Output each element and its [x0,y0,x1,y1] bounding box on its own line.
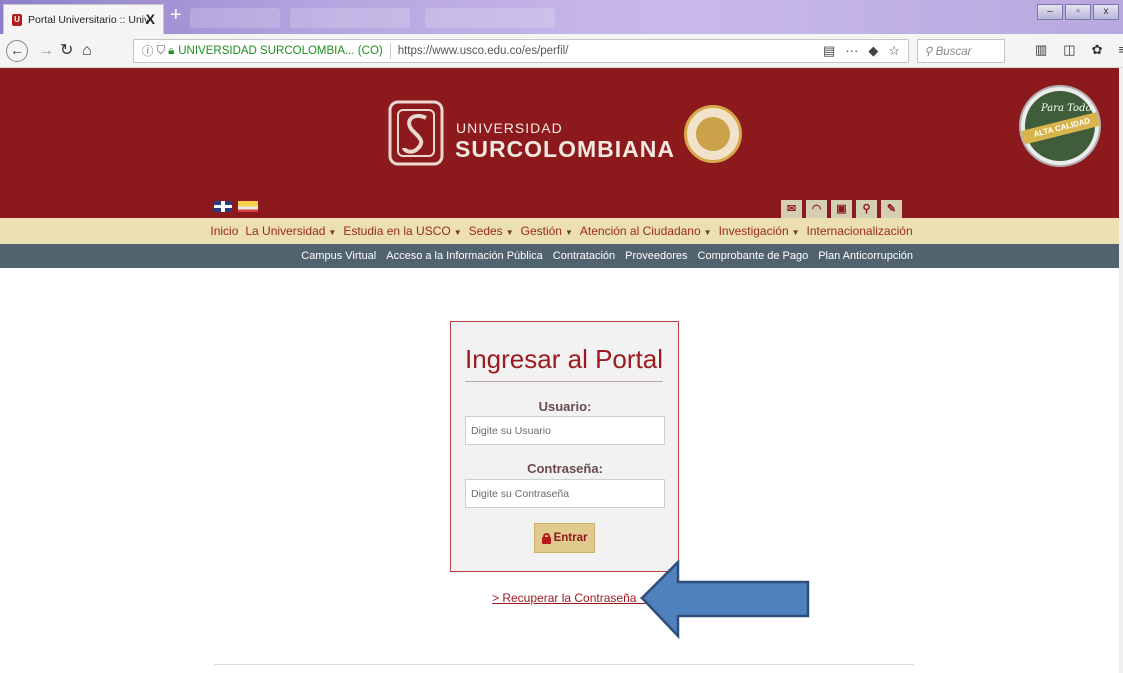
secondary-menu: Campus Virtual Acceso a la Información P… [0,244,1123,268]
menu-item-investigacion[interactable]: Investigación ▼ [719,224,800,238]
home-icon[interactable]: ⌂ [82,41,92,61]
page-scrollbar[interactable] [1119,68,1123,673]
menu-icon[interactable]: ≡ [1119,42,1123,58]
chevron-down-icon: ▼ [505,228,514,237]
reload-icon[interactable]: ↻ [60,41,73,61]
password-input[interactable] [465,479,665,508]
background-tab[interactable] [190,8,280,28]
language-selector [214,201,258,212]
blue-arrow-annotation-icon [640,560,810,640]
site-identity: UNIVERSIDAD SURCOLOMBIA... (CO) [178,45,383,57]
login-button-label: Entrar [553,532,588,544]
site-header: UNIVERSIDAD SURCOLOMBIANA Para Todos ALT… [0,68,1123,218]
usco-favicon-icon: U [12,13,22,26]
info-icon[interactable]: ⓘ [142,43,154,59]
new-tab-button[interactable]: + [170,4,182,26]
bookmark-star-icon[interactable]: ☆ [888,43,900,59]
padlock-icon: 🔒︎ [168,44,175,57]
library-icon[interactable]: ▥ [1035,42,1047,58]
lock-icon[interactable]: ▣ [831,200,852,218]
menu-item-inicio[interactable]: Inicio [210,224,238,238]
browser-nav-bar: ← → ↻ ⌂ ⓘ ⛉ 🔒︎ UNIVERSIDAD SURCOLOMBIA..… [0,34,1123,68]
mail-icon[interactable]: ✉ [781,200,802,218]
login-panel: Ingresar al Portal Usuario: Contraseña: … [450,321,679,572]
search-placeholder: Buscar [935,46,972,58]
toolbar-icons: ▥ ◫ ✿ ≡ [1035,42,1123,58]
background-tab[interactable] [290,8,410,28]
pin-icon[interactable]: ✎ [881,200,902,218]
search-icon[interactable]: ⚲ [856,200,877,218]
url-bar[interactable]: ⓘ ⛉ 🔒︎ UNIVERSIDAD SURCOLOMBIA... (CO) h… [133,39,909,63]
url-text[interactable]: https://www.usco.edu.co/es/perfil/ [398,45,569,57]
menu-item-la-universidad[interactable]: La Universidad ▼ [245,224,336,238]
close-window-button[interactable]: x [1093,4,1119,20]
chevron-down-icon: ▼ [703,228,712,237]
browser-tab-bar: U Portal Universitario :: Universid X + … [0,0,1123,34]
user-label: Usuario: [538,399,592,414]
english-flag-icon[interactable] [214,201,232,212]
submenu-proveedores[interactable]: Proveedores [625,250,687,262]
menu-item-internacionalizacion[interactable]: Internacionalización [807,224,913,238]
colombia-coat-of-arms-icon [684,105,742,163]
submenu-campus-virtual[interactable]: Campus Virtual [301,250,376,262]
forward-arrow-icon[interactable]: → [38,41,54,61]
university-name-top: UNIVERSIDAD [456,120,563,136]
submenu-contratacion[interactable]: Contratación [553,250,615,262]
rss-icon[interactable]: ◠ [806,200,827,218]
menu-item-sedes[interactable]: Sedes ▼ [469,224,514,238]
university-name: SURCOLOMBIANA [455,136,675,162]
extension-icon[interactable]: ✿ [1092,42,1103,58]
search-icon: ⚲ [924,46,936,58]
chevron-down-icon: ▼ [791,228,800,237]
main-menu: Inicio La Universidad ▼ Estudia en la USC… [0,218,1123,244]
password-label: Contraseña: [527,461,603,476]
user-input[interactable] [465,416,665,445]
chevron-down-icon: ▼ [564,228,573,237]
menu-item-estudia[interactable]: Estudia en la USCO ▼ [343,224,461,238]
minimize-button[interactable]: – [1037,4,1063,20]
accreditation-seal-icon[interactable]: Para Todos ALTA CALIDAD [1019,85,1101,167]
shield-icon[interactable]: ⛉ [157,45,166,58]
recover-password-link[interactable]: > Recuperar la Contraseña < [492,591,647,605]
page-actions-icon[interactable]: ··· [845,43,858,59]
submenu-plan-anticorrupcion[interactable]: Plan Anticorrupción [818,250,913,262]
menu-item-gestion[interactable]: Gestión ▼ [521,224,573,238]
window-controls: – ▫ x [1037,4,1119,20]
footer-divider [214,664,914,665]
sidebar-icon[interactable]: ◫ [1063,42,1075,58]
chevron-down-icon: ▼ [328,228,337,237]
url-actions: ▤ ··· ◆ ☆ [823,43,900,59]
spanish-flag-icon[interactable] [238,201,258,212]
tab-title: Portal Universitario :: Universid [28,13,148,26]
back-arrow-icon[interactable]: ← [6,40,28,62]
header-quick-icons: ✉ ◠ ▣ ⚲ ✎ [781,200,902,218]
url-divider [389,43,391,59]
usco-crest-logo[interactable] [386,98,446,168]
login-button[interactable]: Entrar [534,523,595,553]
menu-item-atencion[interactable]: Atención al Ciudadano ▼ [580,224,712,238]
login-title: Ingresar al Portal [465,344,663,382]
submenu-acceso-informacion[interactable]: Acceso a la Información Pública [386,250,543,262]
pocket-icon[interactable]: ◆ [868,43,878,59]
accreditation-script: Para Todos [1041,103,1097,114]
reader-view-icon[interactable]: ▤ [823,43,835,59]
search-input[interactable]: ⚲ Buscar [917,39,1005,63]
lock-icon [541,532,551,544]
close-tab-icon[interactable]: X [146,11,155,27]
background-tab[interactable] [425,8,555,28]
submenu-comprobante-pago[interactable]: Comprobante de Pago [698,250,809,262]
chevron-down-icon: ▼ [453,228,462,237]
tab-portal-universitario[interactable]: U Portal Universitario :: Universid X [3,4,164,34]
coat-of-arms-shield [696,117,730,151]
maximize-button[interactable]: ▫ [1065,4,1091,20]
